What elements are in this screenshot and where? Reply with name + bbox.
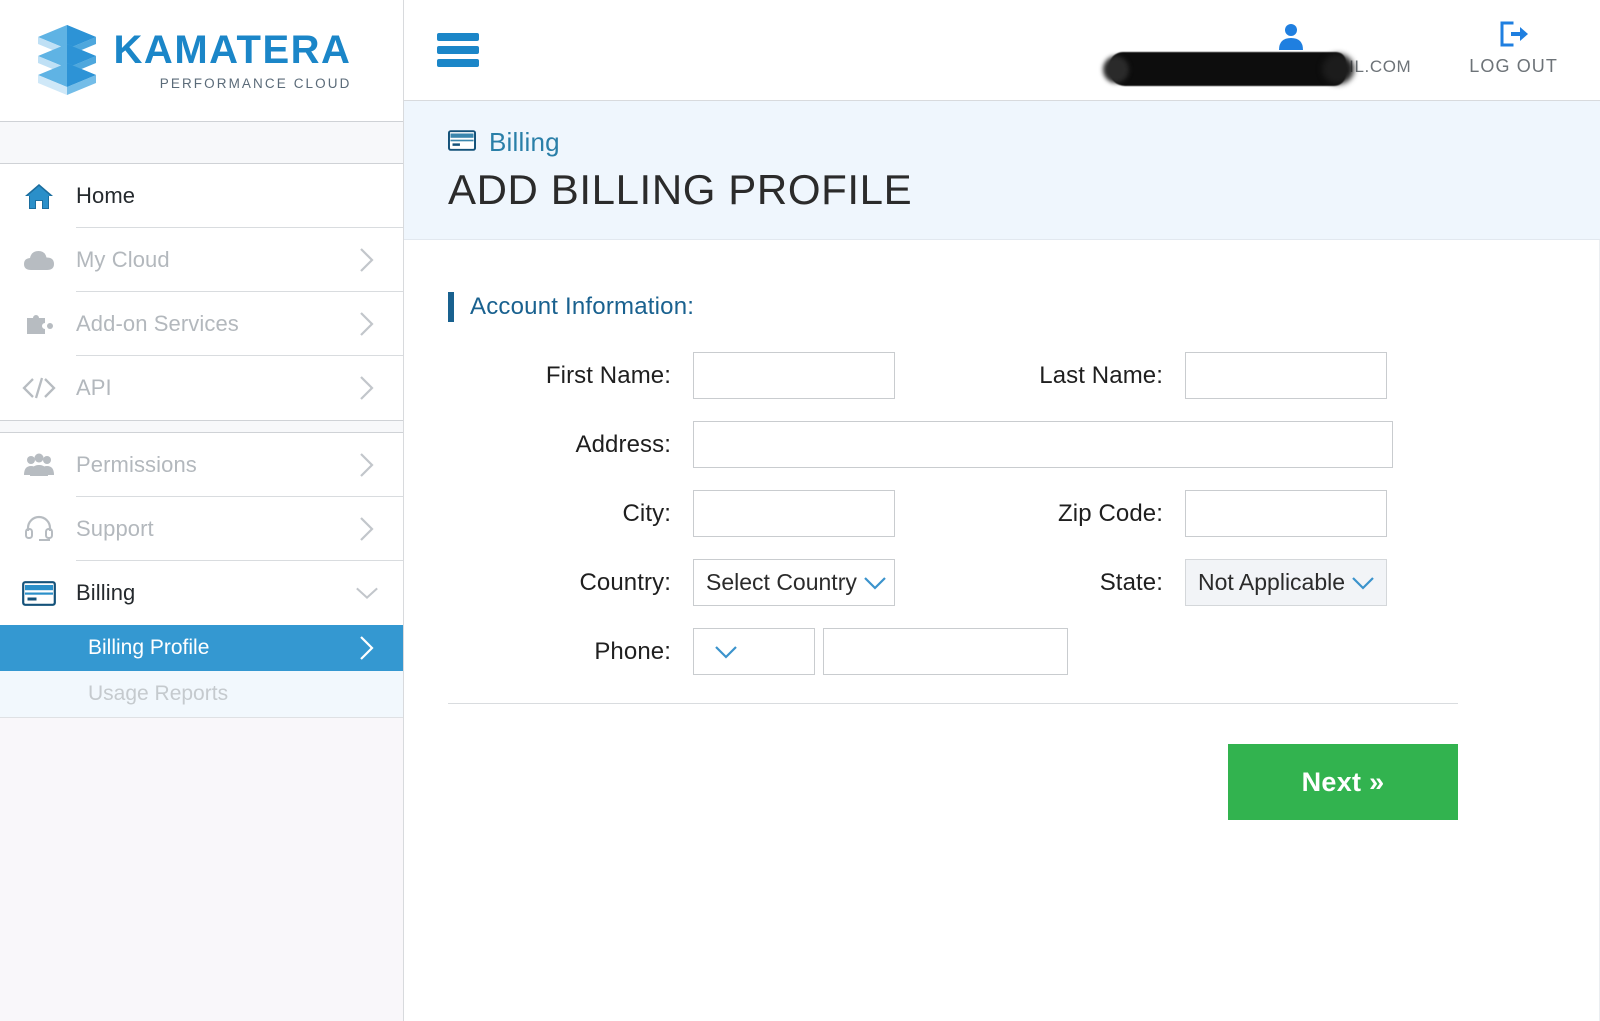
- page-title: ADD BILLING PROFILE: [448, 166, 913, 213]
- form-actions: Next »: [448, 704, 1458, 821]
- sidebar-item-add-on-services[interactable]: Add-on Services: [0, 292, 403, 356]
- chevron-right-icon: [355, 247, 379, 273]
- sidebar: KAMATERA PERFORMANCE CLOUD Home My Cloud…: [0, 0, 404, 1021]
- sidebar-item-label: Permissions: [76, 452, 197, 477]
- phone-number-input[interactable]: [823, 628, 1068, 676]
- code-icon: [18, 376, 60, 400]
- sidebar-item-billing[interactable]: Billing: [0, 561, 403, 625]
- top-bar: PARIKSHA227@GMAIL.COM LOG OUT: [404, 0, 1600, 101]
- sidebar-subitem-label: Usage Reports: [88, 682, 229, 705]
- country-select[interactable]: Select Country: [693, 559, 895, 607]
- credit-card-icon: [448, 129, 477, 156]
- sidebar-subitem-label: Billing Profile: [88, 636, 210, 659]
- sidebar-item-label: Add-on Services: [76, 311, 239, 336]
- redaction-mark: [1109, 51, 1347, 86]
- form-row-name: First Name: Last Name:: [448, 352, 1489, 400]
- state-label: State:: [1099, 568, 1163, 596]
- breadcrumb: Billing: [448, 127, 1600, 158]
- logout-label: LOG OUT: [1469, 55, 1558, 76]
- home-icon: [18, 183, 60, 210]
- first-name-label: First Name:: [545, 361, 671, 389]
- section-accent-bar: [448, 292, 454, 323]
- kamatera-logo-icon: [37, 24, 96, 95]
- chevron-right-icon: [355, 516, 379, 542]
- user-account-button[interactable]: PARIKSHA227@GMAIL.COM: [1109, 22, 1411, 86]
- state-select-value: Not Applicable: [1198, 569, 1346, 596]
- page-header-banner: Billing ADD BILLING PROFILE: [404, 101, 1600, 241]
- chevron-right-icon: [355, 311, 379, 337]
- country-label: Country:: [579, 568, 671, 596]
- credit-card-icon: [18, 580, 60, 606]
- chevron-right-icon: [355, 635, 379, 661]
- sidebar-subitem-usage-reports[interactable]: Usage Reports: [0, 671, 403, 717]
- app-root: KAMATERA PERFORMANCE CLOUD Home My Cloud…: [0, 0, 1600, 1021]
- sidebar-item-permissions[interactable]: Permissions: [0, 433, 403, 497]
- last-name-label: Last Name:: [1039, 361, 1163, 389]
- sidebar-item-support[interactable]: Support: [0, 497, 403, 561]
- sidebar-item-label: Billing: [76, 580, 136, 605]
- form-row-address: Address:: [448, 421, 1489, 469]
- brand-tagline: PERFORMANCE CLOUD: [159, 76, 352, 92]
- zip-code-input[interactable]: [1185, 490, 1387, 538]
- puzzle-icon: [18, 311, 60, 337]
- sidebar-group-secondary: Permissions Support Billing: [0, 433, 403, 625]
- sidebar-empty-area: [0, 717, 403, 1021]
- phone-country-code-select[interactable]: [693, 628, 815, 676]
- sidebar-group-divider: [0, 420, 403, 433]
- next-button[interactable]: Next »: [1228, 744, 1458, 821]
- brand-logo[interactable]: KAMATERA PERFORMANCE CLOUD: [0, 0, 403, 122]
- brand-name: KAMATERA: [113, 28, 352, 73]
- chevron-down-icon: [1351, 576, 1375, 590]
- chevron-right-icon: [355, 375, 379, 401]
- chevron-down-icon: [714, 645, 738, 659]
- chevron-down-icon: [863, 576, 887, 590]
- logout-arrow-icon: [1498, 20, 1530, 53]
- phone-label: Phone:: [594, 637, 671, 665]
- sidebar-item-my-cloud[interactable]: My Cloud: [0, 228, 403, 292]
- sidebar-group-primary: Home My Cloud Add-on Services API: [0, 164, 403, 420]
- user-icon: [1277, 22, 1305, 55]
- sidebar-item-label: My Cloud: [76, 247, 170, 272]
- chevron-right-icon: [355, 452, 379, 478]
- content-area: Account Information: First Name: Last Na…: [404, 240, 1600, 1021]
- logout-button[interactable]: LOG OUT: [1469, 20, 1558, 81]
- address-input[interactable]: [693, 421, 1393, 469]
- top-bar-right: PARIKSHA227@GMAIL.COM LOG OUT: [1109, 20, 1558, 86]
- last-name-input[interactable]: [1185, 352, 1387, 400]
- breadcrumb-billing-link[interactable]: Billing: [489, 127, 560, 158]
- sidebar-item-label: Home: [76, 183, 136, 208]
- first-name-input[interactable]: [693, 352, 895, 400]
- users-icon: [18, 453, 60, 477]
- country-select-value: Select Country: [706, 569, 857, 596]
- address-label: Address:: [575, 430, 671, 458]
- form-row-country-state: Country: Select Country State: Not Appli…: [448, 559, 1489, 607]
- state-select[interactable]: Not Applicable: [1185, 559, 1387, 607]
- sidebar-spacer: [0, 122, 403, 164]
- headset-icon: [18, 515, 60, 543]
- sidebar-subitem-billing-profile[interactable]: Billing Profile: [0, 625, 403, 671]
- hamburger-icon[interactable]: [437, 33, 479, 67]
- chevron-down-icon: [355, 585, 379, 601]
- city-label: City:: [622, 499, 671, 527]
- section-title: Account Information:: [470, 293, 695, 321]
- form-row-city-zip: City: Zip Code:: [448, 490, 1489, 538]
- city-input[interactable]: [693, 490, 895, 538]
- sidebar-item-api[interactable]: API: [0, 356, 403, 420]
- sidebar-item-home[interactable]: Home: [0, 164, 403, 228]
- form-row-phone: Phone:: [448, 628, 1489, 676]
- sidebar-item-label: Support: [76, 516, 154, 541]
- zip-code-label: Zip Code:: [1058, 499, 1163, 527]
- section-header-account-information: Account Information:: [448, 292, 1489, 323]
- main-region: PARIKSHA227@GMAIL.COM LOG OUT: [404, 0, 1600, 1021]
- sidebar-item-label: API: [76, 375, 112, 400]
- cloud-icon: [18, 249, 60, 271]
